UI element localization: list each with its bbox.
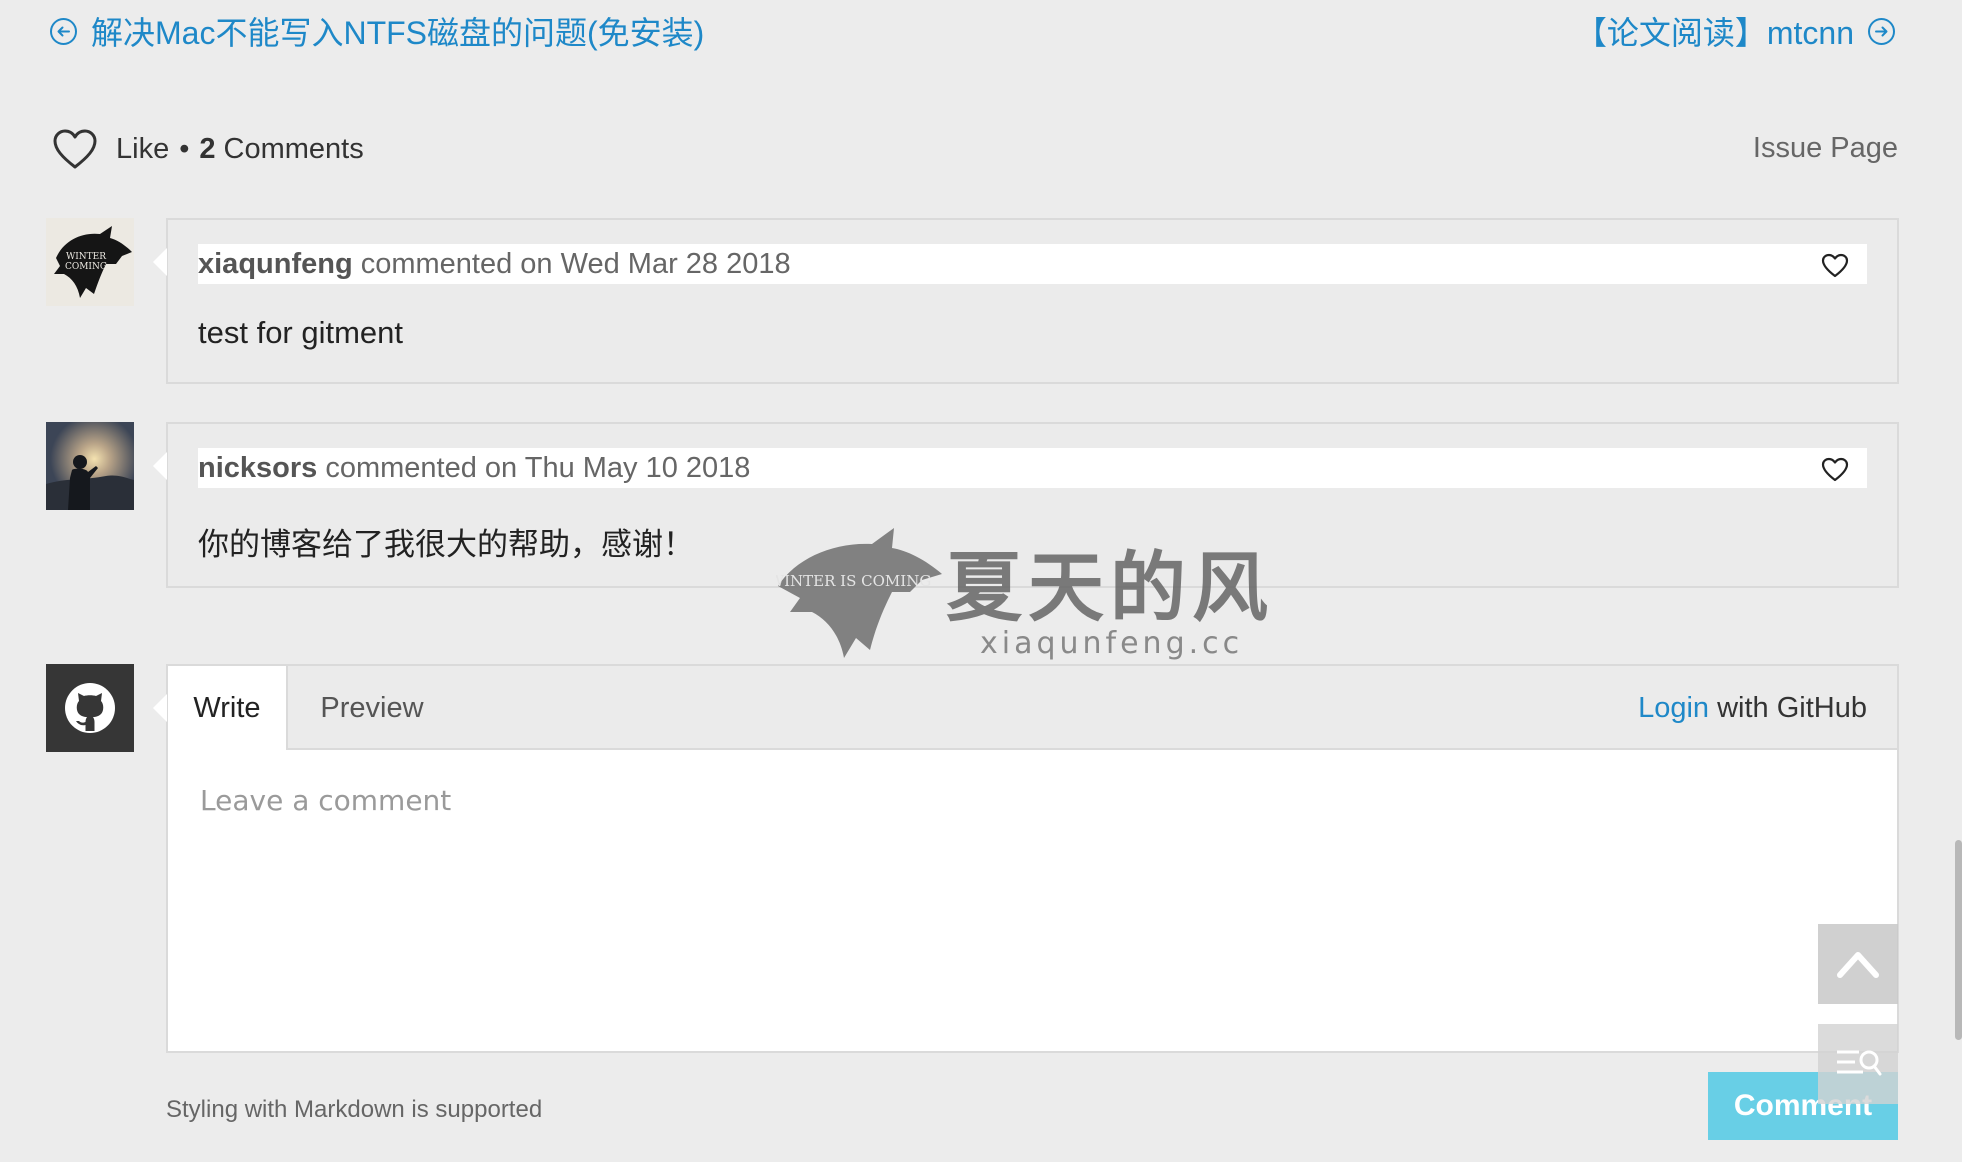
prev-post-title: 解决Mac不能写入NTFS磁盘的问题(免安装): [91, 15, 705, 51]
comment-editor: Write Preview Login with GitHub: [153, 664, 1899, 1053]
login-link[interactable]: Login: [1638, 692, 1709, 724]
prev-post-link[interactable]: 解决Mac不能写入NTFS磁盘的问题(免安装): [50, 8, 704, 54]
arrow-left-circle-icon: [50, 17, 77, 45]
back-to-top-button[interactable]: [1818, 924, 1898, 1004]
editor-tabs: Write Preview Login with GitHub: [168, 666, 1897, 752]
github-avatar[interactable]: [46, 664, 134, 752]
comment-body: test for gitment: [198, 315, 404, 350]
comment-author[interactable]: xiaqunfeng: [198, 248, 353, 280]
comment-body: 你的博客给了我很大的帮助，感谢！: [198, 527, 694, 562]
issue-page-link[interactable]: Issue Page: [1753, 132, 1898, 165]
comments-meta: Like • 2 Comments: [52, 128, 364, 170]
login-area: Login with GitHub: [1638, 666, 1867, 750]
comment-action: commented on: [360, 248, 553, 280]
avatar[interactable]: WINTER COMING: [46, 218, 134, 306]
next-post-title: 【论文阅读】mtcnn: [1574, 15, 1854, 51]
heart-icon[interactable]: [1821, 253, 1849, 278]
svg-text:COMING: COMING: [65, 262, 107, 272]
next-post-link[interactable]: 【论文阅读】mtcnn: [1575, 8, 1895, 54]
comment-author[interactable]: nicksors: [198, 452, 317, 484]
arrow-right-circle-icon: [1868, 17, 1895, 45]
avatar[interactable]: [46, 422, 134, 510]
tab-preview[interactable]: Preview: [292, 666, 452, 750]
github-icon: [65, 683, 115, 733]
tab-write[interactable]: Write: [168, 666, 288, 752]
meta-separator: •: [179, 132, 190, 165]
post-navigation: 解决Mac不能写入NTFS磁盘的问题(免安装) 【论文阅读】mtcnn: [50, 8, 1895, 58]
sunset-photo-icon: [46, 422, 134, 510]
toc-search-icon: [1837, 1050, 1882, 1076]
comment-textarea[interactable]: [168, 750, 1897, 1051]
heart-icon[interactable]: [52, 128, 98, 170]
comment-date: Thu May 10 2018: [524, 452, 751, 484]
heart-icon[interactable]: [1821, 457, 1849, 482]
direwolf-icon: WINTER COMING: [54, 226, 132, 298]
toc-button[interactable]: [1818, 1024, 1898, 1104]
comment-card: nicksors commented on Thu May 10 2018 你的…: [153, 422, 1899, 588]
comments-label: Comments: [223, 132, 364, 165]
markdown-note: Styling with Markdown is supported: [166, 1096, 543, 1123]
svg-text:WINTER: WINTER: [66, 252, 106, 262]
chevron-up-icon: [1837, 952, 1879, 978]
comment-header: xiaqunfeng commented on Wed Mar 28 2018: [198, 244, 1867, 284]
scrollbar-thumb[interactable]: [1955, 840, 1962, 1040]
like-label[interactable]: Like: [116, 133, 169, 166]
comment-date: Wed Mar 28 2018: [560, 248, 791, 280]
comment-card: xiaqunfeng commented on Wed Mar 28 2018 …: [153, 218, 1899, 384]
login-suffix: with GitHub: [1717, 692, 1867, 724]
watermark-subtitle: xiaqunfeng.cc: [980, 626, 1244, 661]
comment-count: 2: [199, 132, 216, 165]
comment-header: nicksors commented on Thu May 10 2018: [198, 448, 1867, 488]
comment-action: commented on: [325, 452, 518, 484]
